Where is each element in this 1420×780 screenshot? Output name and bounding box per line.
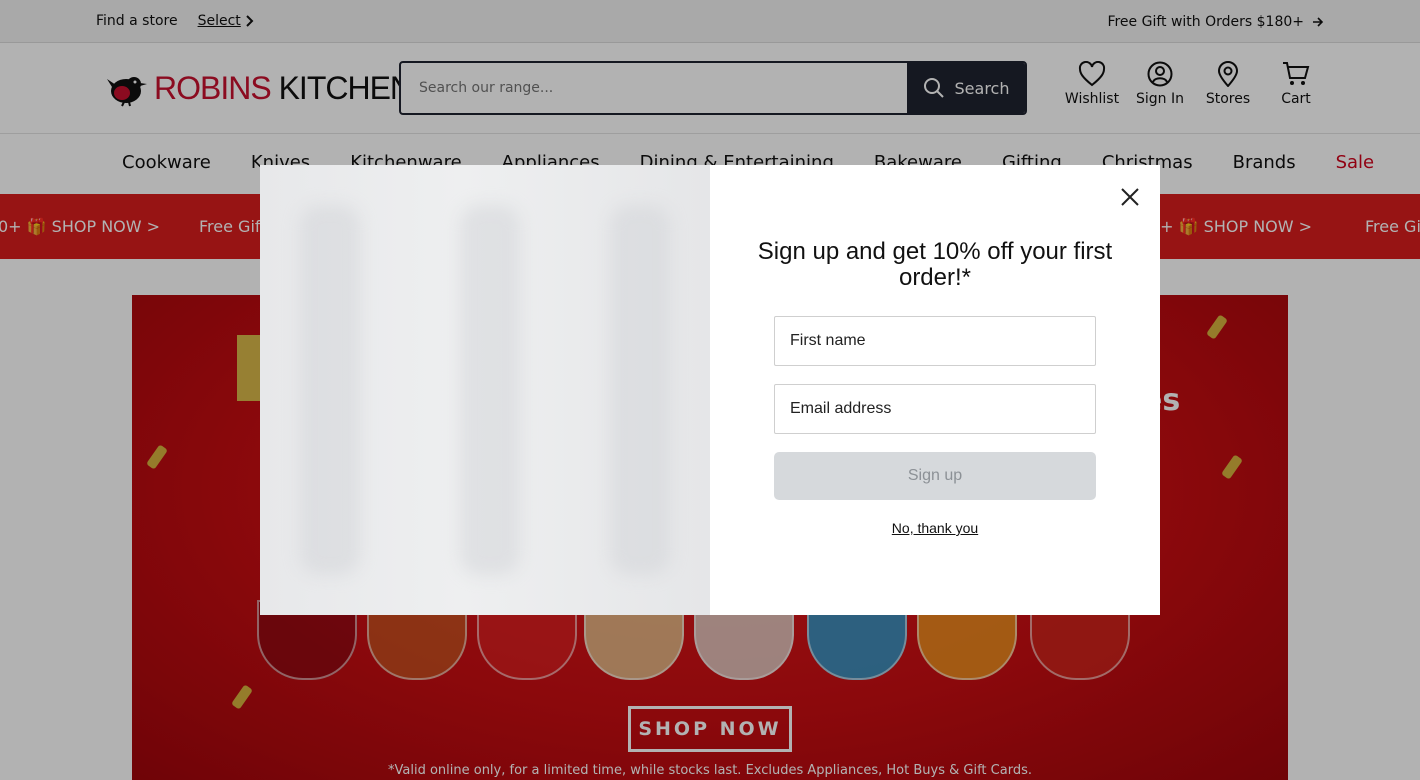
signup-modal: Sign up and get 10% off your first order… <box>260 165 1160 615</box>
close-icon[interactable] <box>1118 185 1142 209</box>
email-input[interactable] <box>775 385 1095 433</box>
signup-button[interactable]: Sign up <box>774 452 1096 500</box>
email-field <box>774 384 1096 434</box>
modal-image <box>260 165 710 615</box>
first-name-field <box>774 316 1096 366</box>
first-name-input[interactable] <box>775 317 1095 365</box>
modal-title: Sign up and get 10% off your first order… <box>757 238 1113 291</box>
modal-image-blur <box>460 205 520 575</box>
modal-image-blur <box>300 205 360 575</box>
decline-link[interactable]: No, thank you <box>774 520 1096 536</box>
modal-body: Sign up and get 10% off your first order… <box>710 165 1160 615</box>
modal-image-blur <box>610 205 670 575</box>
